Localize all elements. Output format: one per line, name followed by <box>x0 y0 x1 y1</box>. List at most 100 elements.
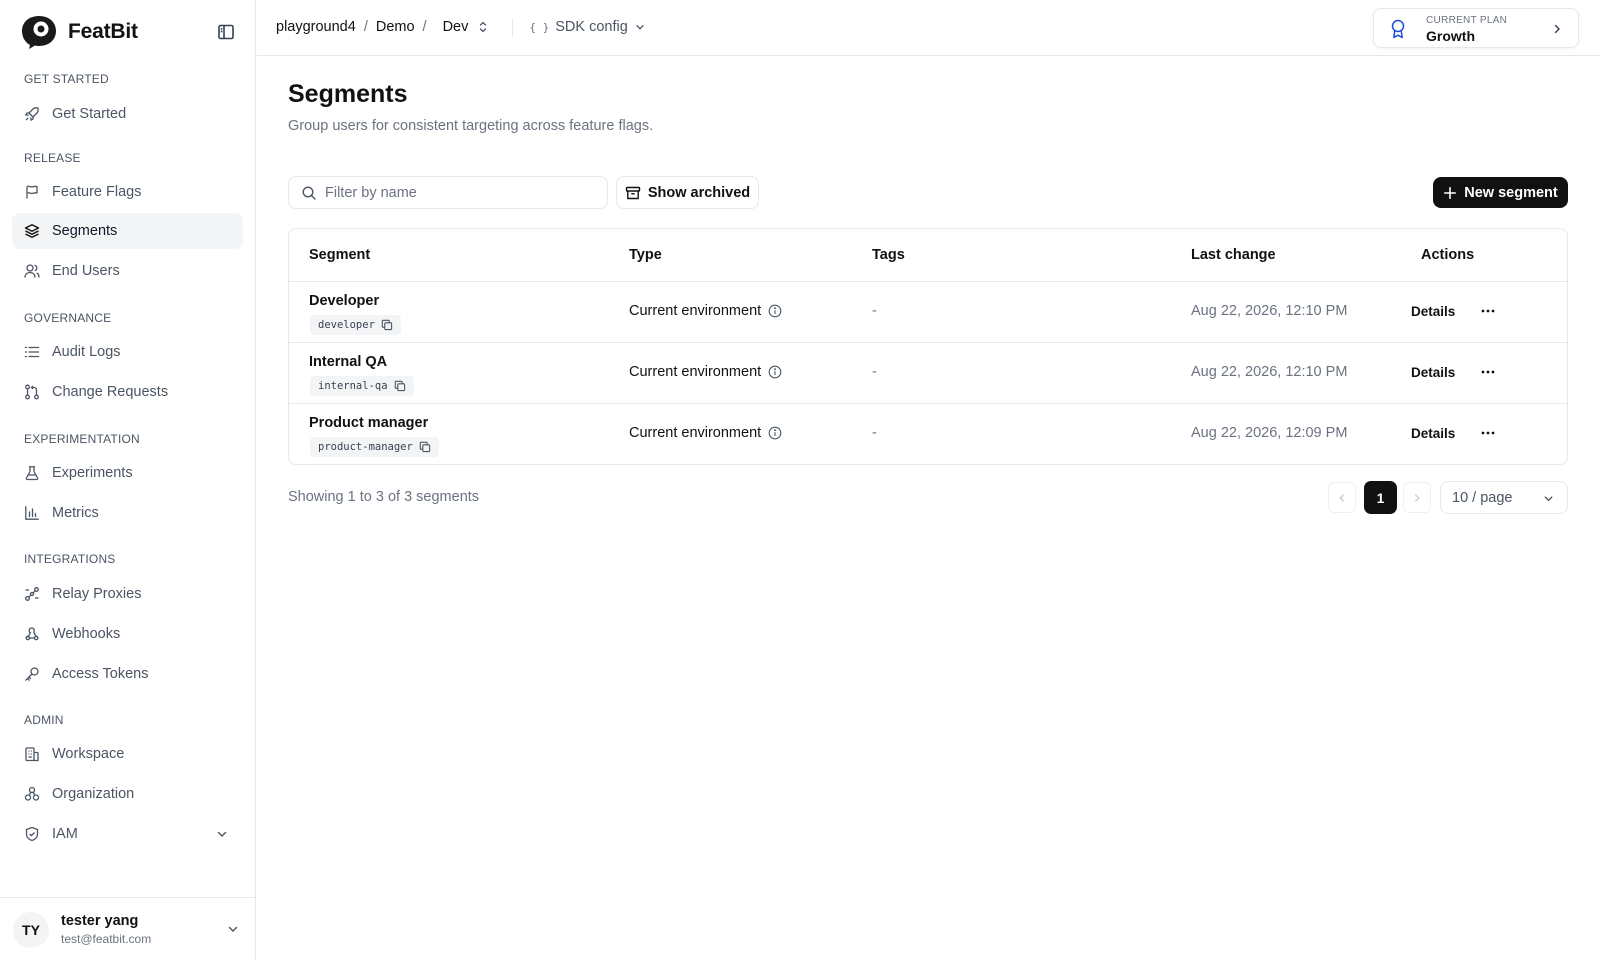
page-size-select[interactable]: 10 / page <box>1440 481 1568 514</box>
key-icon <box>25 667 39 681</box>
user-menu[interactable]: TY tester yang test@featbit.com <box>0 897 256 960</box>
search-input[interactable] <box>325 184 595 201</box>
environment-switcher[interactable]: Dev <box>443 19 491 35</box>
award-icon <box>1391 19 1405 39</box>
sidebar-item-label: Audit Logs <box>52 344 121 360</box>
show-archived-button[interactable]: Show archived <box>616 176 759 209</box>
code-braces-icon: { } <box>529 20 550 34</box>
sidebar-item-label: End Users <box>52 263 120 279</box>
sidebar-toggle-icon[interactable] <box>216 22 236 42</box>
sidebar-item-get-started[interactable]: Get Started <box>12 96 243 132</box>
sdk-config-label: SDK config <box>555 19 628 35</box>
previous-page-button[interactable] <box>1328 482 1356 513</box>
segment-type-label: Current environment <box>629 425 762 441</box>
chevron-down-icon[interactable] <box>226 922 240 936</box>
segment-last-change: Aug 22, 2026, 12:10 PM <box>1191 364 1348 380</box>
segments-table: Segment Type Tags Last change Actions De… <box>288 228 1568 465</box>
copy-icon[interactable] <box>394 380 406 392</box>
brand[interactable]: FeatBit <box>20 14 138 50</box>
table-row: Developer developer Current environment … <box>289 282 1567 343</box>
sdk-config-button[interactable]: { } SDK config <box>529 19 645 35</box>
info-icon[interactable] <box>768 426 782 440</box>
info-icon[interactable] <box>768 304 782 318</box>
sidebar-item-feature-flags[interactable]: Feature Flags <box>12 174 243 210</box>
webhook-icon <box>25 627 39 641</box>
chevron-down-icon <box>636 25 644 30</box>
segment-type: Current environment <box>629 364 782 380</box>
user-name: tester yang <box>61 913 139 929</box>
sidebar-item-access-tokens[interactable]: Access Tokens <box>12 656 243 692</box>
sidebar-item-segments[interactable]: Segments <box>12 213 243 249</box>
sidebar-item-experiments[interactable]: Experiments <box>12 455 243 491</box>
brand-name: FeatBit <box>68 20 138 43</box>
new-segment-button[interactable]: New segment <box>1433 177 1568 208</box>
segment-tags: - <box>872 364 877 380</box>
segment-type: Current environment <box>629 303 782 319</box>
sidebar-item-label: IAM <box>52 826 78 842</box>
next-page-button[interactable] <box>1403 482 1431 513</box>
more-horizontal-icon[interactable] <box>1480 424 1496 442</box>
archive-icon <box>625 186 641 199</box>
copy-icon[interactable] <box>419 441 431 453</box>
segment-last-change: Aug 22, 2026, 12:10 PM <box>1191 303 1348 319</box>
sidebar-item-label: Relay Proxies <box>52 586 142 602</box>
details-button[interactable]: Details <box>1411 304 1455 319</box>
segment-last-change: Aug 22, 2026, 12:09 PM <box>1191 425 1348 441</box>
segment-type-label: Current environment <box>629 303 762 319</box>
bar-chart-icon <box>25 506 39 520</box>
sidebar-item-audit-logs[interactable]: Audit Logs <box>12 334 243 370</box>
details-button[interactable]: Details <box>1411 365 1455 380</box>
info-icon[interactable] <box>768 365 782 379</box>
segment-key-badge: product-manager <box>310 437 439 457</box>
plan-caption: CURRENT PLAN <box>1426 15 1508 26</box>
list-icon <box>24 346 40 358</box>
sidebar-item-metrics[interactable]: Metrics <box>12 495 243 531</box>
breadcrumb-workspace[interactable]: playground4 <box>276 19 356 35</box>
copy-icon[interactable] <box>381 319 393 331</box>
more-horizontal-icon[interactable] <box>1480 363 1496 381</box>
sidebar-item-label: Organization <box>52 786 135 802</box>
header-actions: Actions <box>1421 247 1475 263</box>
pagination-summary: Showing 1 to 3 of 3 segments <box>288 489 480 505</box>
building-icon <box>25 747 39 762</box>
plus-icon <box>1444 186 1457 199</box>
page-title: Segments <box>288 80 408 108</box>
segment-name[interactable]: Internal QA <box>309 354 387 370</box>
page-subtitle: Group users for consistent targeting acr… <box>288 118 654 134</box>
segment-name[interactable]: Developer <box>309 293 379 309</box>
header-segment: Segment <box>309 247 371 263</box>
segment-name[interactable]: Product manager <box>309 415 428 431</box>
search-box[interactable] <box>288 176 608 209</box>
sidebar-item-organization[interactable]: Organization <box>12 776 243 812</box>
git-pull-request-icon <box>25 384 39 400</box>
segment-key: internal-qa <box>318 380 388 392</box>
page-button-current[interactable]: 1 <box>1364 481 1397 514</box>
divider <box>512 18 514 36</box>
more-horizontal-icon[interactable] <box>1480 302 1496 320</box>
workflow-icon <box>25 587 39 601</box>
sidebar-item-webhooks[interactable]: Webhooks <box>12 616 243 652</box>
plan-value: Growth <box>1426 28 1475 44</box>
segment-tags: - <box>872 425 877 441</box>
sidebar-item-end-users[interactable]: End Users <box>12 253 243 289</box>
details-button[interactable]: Details <box>1411 426 1455 441</box>
segment-key-badge: developer <box>310 315 401 335</box>
segment-type: Current environment <box>629 425 782 441</box>
breadcrumb-project[interactable]: Demo <box>376 19 415 35</box>
sidebar-item-label: Access Tokens <box>52 666 149 682</box>
sidebar-item-iam[interactable]: IAM <box>12 816 243 852</box>
search-icon <box>302 185 316 200</box>
sidebar-item-label: Metrics <box>52 505 99 521</box>
section-governance: GOVERNANCE <box>24 311 112 325</box>
segment-key: product-manager <box>318 441 413 453</box>
sidebar-item-workspace[interactable]: Workspace <box>12 736 243 772</box>
sidebar-item-change-requests[interactable]: Change Requests <box>12 374 243 410</box>
current-plan-card[interactable]: CURRENT PLAN Growth <box>1373 8 1579 48</box>
chevron-down-icon[interactable] <box>215 827 229 841</box>
sidebar-item-label: Feature Flags <box>52 184 142 200</box>
segment-key: developer <box>318 319 375 331</box>
header-tags: Tags <box>872 247 905 263</box>
table-row: Internal QA internal-qa Current environm… <box>289 343 1567 404</box>
shield-icon <box>25 826 39 842</box>
sidebar-item-relay-proxies[interactable]: Relay Proxies <box>12 576 243 612</box>
